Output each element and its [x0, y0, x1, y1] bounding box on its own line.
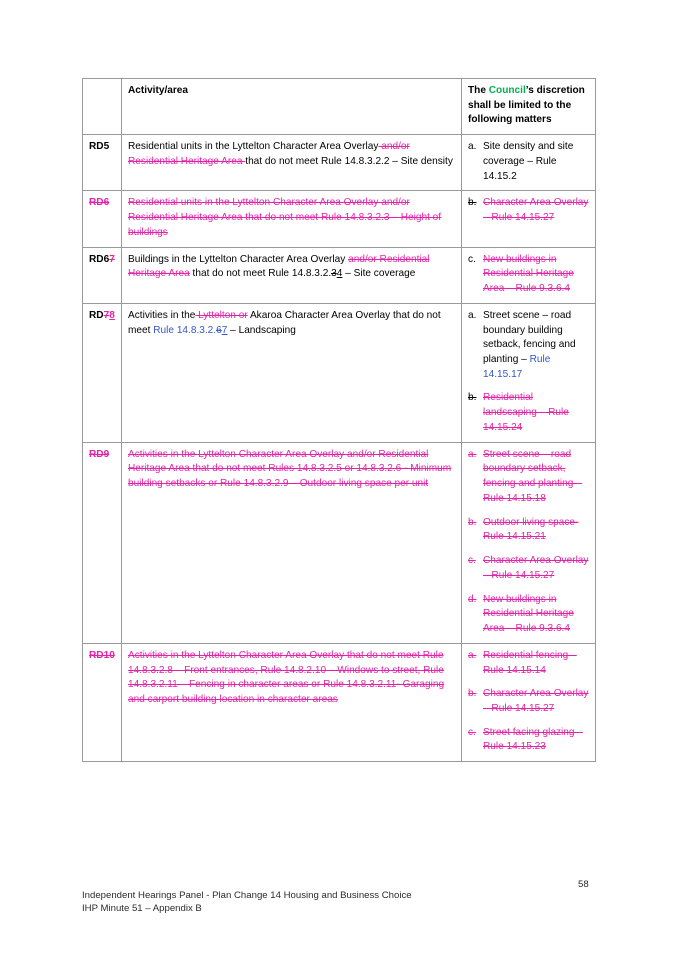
activity-cell-rd6-deleted: Residential units in the Lyttelton Chara…	[121, 190, 462, 248]
rule-ref-rd9-deleted: RD9	[82, 441, 122, 644]
list-text: Character Area Overlay – Rule 14.15.27	[483, 555, 589, 581]
list-item: d. New buildings in Residential Heritage …	[468, 593, 589, 637]
activity-cell-rd6: Buildings in the Lyttelton Character Are…	[121, 246, 462, 304]
list-marker: a.	[468, 448, 477, 460]
matters-list: a. Residential fencing – Rule 14.15.14 b.…	[468, 649, 589, 755]
page-number: 58	[578, 879, 589, 890]
rule-ref-rd8: RD78	[82, 302, 122, 443]
list-marker: c.	[468, 726, 476, 738]
footer-line-1: Independent Hearings Panel - Plan Change…	[82, 890, 412, 901]
list-text: Character Area Overlay – Rule 14.15.27	[483, 197, 589, 224]
rules-table: Activity/area The Council’s discretion s…	[82, 77, 596, 763]
activity-text: Residential units in the Lyttelton Chara…	[128, 141, 379, 153]
header-discretion-council: Council	[488, 85, 526, 96]
table-row: RD67 Buildings in the Lyttelton Characte…	[82, 246, 596, 304]
list-marker: b.	[468, 516, 477, 528]
matters-list: a. Street scene – road boundary building …	[468, 309, 589, 436]
matters-list: a. Site density and site coverage – Rule …	[468, 140, 589, 184]
activity-cell-rd8: Activities in the Lyttelton or Akaroa Ch…	[121, 302, 462, 443]
discretion-cell-rd5: a. Site density and site coverage – Rule …	[461, 134, 596, 192]
rule-ref-rd5: RD5	[82, 134, 122, 192]
activity-text: that do not meet Rule 14.8.3.2.2 – Site …	[245, 155, 453, 167]
header-cell-blank	[82, 77, 122, 136]
discretion-cell-rd9-deleted: a. Street scene – road boundary setback, …	[461, 441, 596, 644]
list-marker: c.	[468, 555, 476, 567]
discretion-cell-rd6: c. New buildings in Residential Heritage …	[461, 246, 596, 304]
list-marker: d.	[468, 593, 477, 605]
deleted-text: 7	[109, 253, 115, 265]
footer-line-2: IHP Minute 51 – Appendix B	[82, 903, 202, 915]
list-marker: b.	[468, 688, 477, 700]
rule-ref-rd6-renumbered: RD67	[82, 246, 122, 304]
list-text: Site density and site coverage – Rule 14…	[483, 141, 574, 182]
list-item: a. Street scene – road boundary setback, …	[468, 448, 589, 507]
table-row: RD6 Residential units in the Lyttelton C…	[82, 190, 596, 248]
list-item: c. New buildings in Residential Heritage …	[468, 253, 589, 297]
activity-cell-rd5: Residential units in the Lyttelton Chara…	[121, 134, 462, 192]
discretion-cell-rd8: a. Street scene – road boundary building …	[461, 302, 596, 443]
footer: Independent Hearings Panel - Plan Change…	[82, 889, 412, 915]
header-discretion-pre: The	[468, 85, 489, 96]
discretion-cell-rd6-deleted: b. Character Area Overlay – Rule 14.15.27	[461, 190, 596, 248]
matters-list: b. Character Area Overlay – Rule 14.15.27	[468, 196, 589, 225]
matters-list: c. New buildings in Residential Heritage …	[468, 253, 589, 297]
deleted-text: RD10	[89, 649, 115, 661]
activity-text: – Site coverage	[342, 268, 416, 280]
table-row: RD78 Activities in the Lyttelton or Akar…	[82, 302, 596, 443]
deleted-text: Residential units in the Lyttelton Chara…	[128, 197, 442, 238]
list-marker: c.	[468, 253, 476, 265]
rule-ref-rd10-deleted: RD10	[82, 642, 122, 763]
table-header-row: Activity/area The Council’s discretion s…	[82, 77, 596, 136]
list-text: Residential fencing – Rule 14.15.14	[483, 649, 577, 676]
rule-ref-kept-text: RD	[89, 309, 104, 321]
list-text: Street facing glazing – Rule 14.15.23	[483, 726, 583, 753]
list-marker: b.	[468, 392, 477, 404]
header-cell-activity: Activity/area	[121, 77, 462, 136]
matters-list: a. Street scene – road boundary setback, …	[468, 448, 589, 637]
deleted-text: Lyttelton or	[195, 309, 248, 321]
activity-cell-rd10-deleted: Activities in the Lyttelton Character Ar…	[121, 642, 462, 763]
list-marker: a.	[468, 309, 477, 321]
activity-text: that do not meet Rule 14.8.3.2.	[189, 268, 332, 280]
list-text: Residential landscaping – Rule 14.15.24	[483, 392, 569, 433]
list-item: a. Street scene – road boundary building …	[468, 309, 589, 383]
table-row: RD5 Residential units in the Lyttelton C…	[82, 134, 596, 192]
activity-text: Activities in the	[128, 309, 196, 321]
table-row: RD9 Activities in the Lyttelton Characte…	[82, 441, 596, 644]
activity-cell-rd9-deleted: Activities in the Lyttelton Character Ar…	[121, 441, 462, 644]
rule-ref-kept-text: RD5	[89, 141, 110, 153]
list-text: Outdoor living space- Rule 14.15.21	[483, 516, 579, 543]
activity-text: – Landscaping	[227, 324, 296, 336]
list-marker: b.	[468, 197, 477, 209]
list-item: c. Street facing glazing – Rule 14.15.23	[468, 726, 589, 755]
list-item: b. Residential landscaping – Rule 14.15.2…	[468, 391, 589, 435]
list-item: a. Site density and site coverage – Rule …	[468, 140, 589, 184]
deleted-text: RD6	[89, 197, 110, 209]
list-text: Character Area Overlay – Rule 14.15.27	[483, 688, 589, 714]
deleted-text: Activities in the Lyttelton Character Ar…	[128, 649, 445, 705]
list-marker: a.	[468, 141, 477, 153]
rule-ref-kept-text: RD6	[89, 253, 110, 265]
inserted-text: 8	[109, 309, 115, 321]
rule-link[interactable]: Rule 14.8.3.2.	[153, 325, 216, 336]
discretion-cell-rd10-deleted: a. Residential fencing – Rule 14.15.14 b.…	[461, 642, 596, 763]
list-text: Street scene – road boundary setback, fe…	[483, 448, 582, 504]
list-item: c. Character Area Overlay – Rule 14.15.27	[468, 554, 589, 583]
list-item: b. Character Area Overlay – Rule 14.15.27	[468, 687, 589, 716]
deleted-text: Activities in the Lyttelton Character Ar…	[128, 448, 452, 490]
list-item: b. Outdoor living space- Rule 14.15.21	[468, 516, 589, 545]
header-cell-discretion: The Council’s discretion shall be limite…	[461, 77, 596, 136]
list-item: a. Residential fencing – Rule 14.15.14	[468, 649, 589, 678]
list-text: New buildings in Residential Heritage Ar…	[483, 253, 574, 295]
table-row: RD10 Activities in the Lyttelton Charact…	[82, 642, 596, 763]
document-page: Activity/area The Council’s discretion s…	[0, 0, 675, 955]
deleted-text: RD9	[89, 448, 110, 460]
list-item: b. Character Area Overlay – Rule 14.15.27	[468, 196, 589, 225]
list-text: New buildings in Residential Heritage Ar…	[483, 593, 574, 635]
rule-ref-rd6-deleted: RD6	[82, 190, 122, 248]
list-marker: a.	[468, 649, 477, 661]
activity-text: Buildings in the Lyttelton Character Are…	[128, 253, 349, 265]
